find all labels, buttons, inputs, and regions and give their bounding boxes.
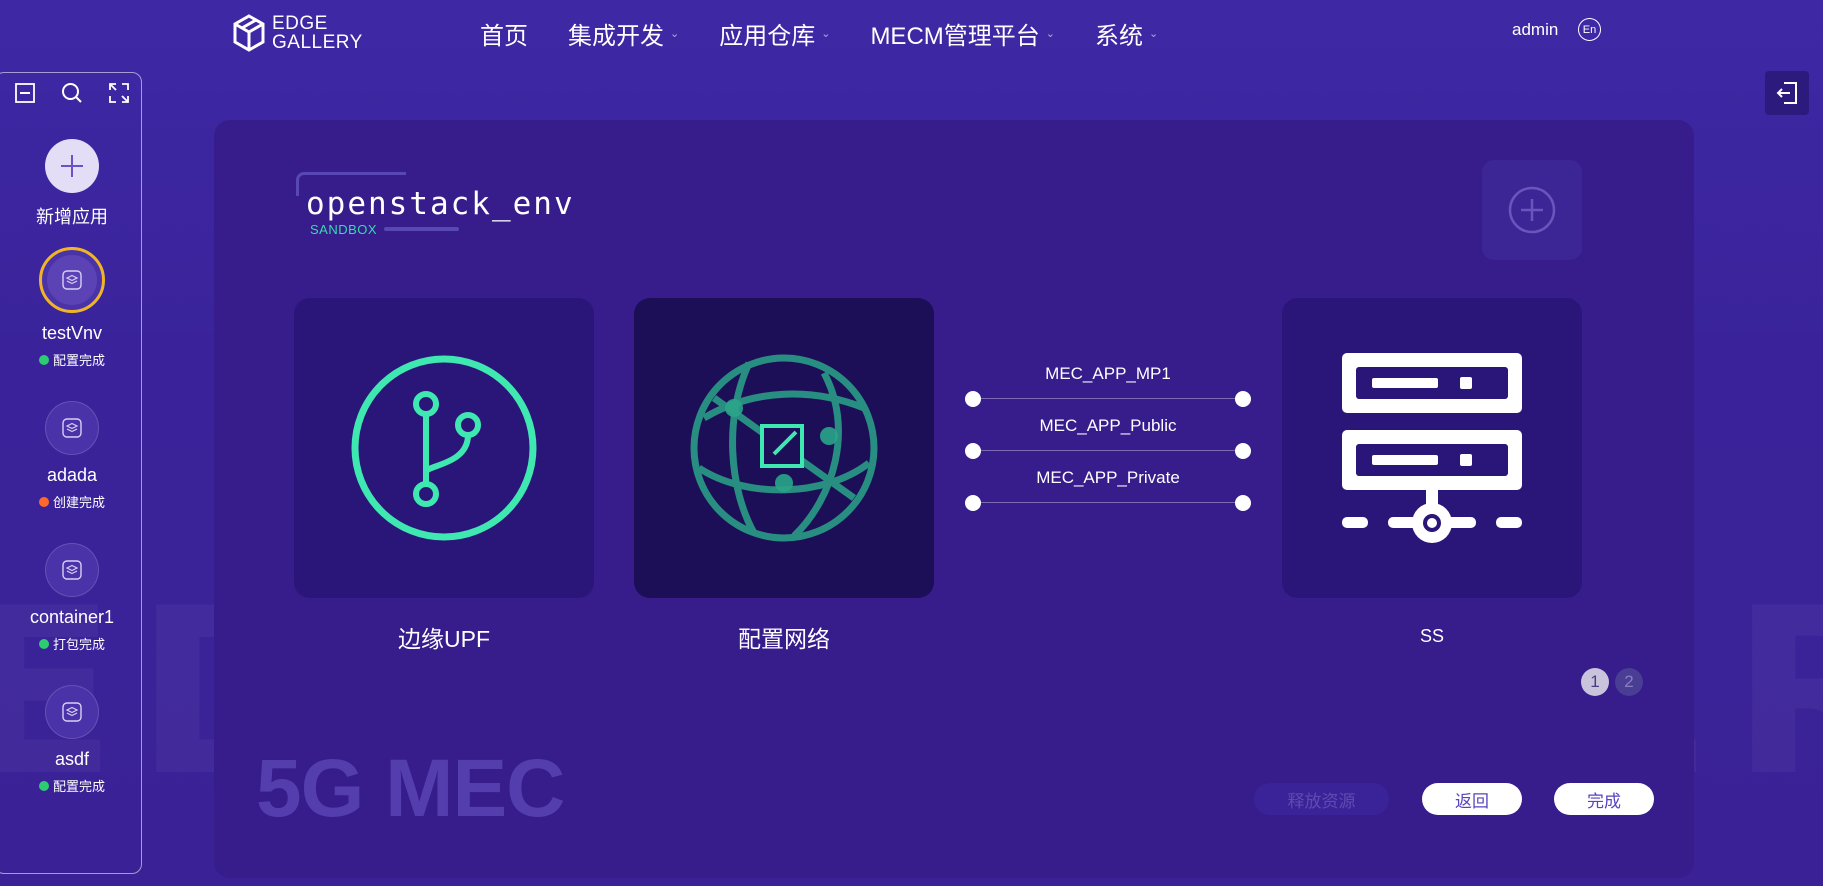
app-status: 创建完成 — [38, 492, 105, 511]
server-icon — [1342, 353, 1522, 543]
layers-icon — [62, 270, 82, 290]
plus-icon — [61, 155, 83, 177]
subtitle-decoration — [384, 227, 459, 231]
chevron-down-icon: ⌄ — [1148, 28, 1159, 40]
app-status: 打包完成 — [38, 634, 105, 653]
network-endpoint[interactable] — [1235, 443, 1251, 459]
app-avatar[interactable] — [45, 401, 99, 455]
network-endpoint[interactable] — [965, 443, 981, 459]
add-app-circle[interactable] — [45, 139, 99, 193]
sandbox-panel: openstack_env SANDBOX 边缘UPF 配置网络 MEC_APP… — [214, 120, 1694, 878]
nav-integration-dev[interactable]: 集成开发 ⌄ — [568, 14, 679, 53]
network-endpoint[interactable] — [965, 391, 981, 407]
sidebar-app-testvnv[interactable]: testVnv 配置完成 — [1, 247, 143, 369]
nav-system-label: 系统 — [1094, 23, 1143, 50]
nav-app-store[interactable]: 应用仓库 ⌄ — [719, 14, 830, 53]
app-name: asdf — [54, 749, 90, 769]
network-endpoint[interactable] — [965, 495, 981, 511]
page-2-button[interactable]: 2 — [1615, 668, 1643, 696]
language-toggle[interactable]: En — [1578, 18, 1601, 41]
app-name: testVnv — [41, 323, 103, 343]
sidebar-app-container1[interactable]: container1 打包完成 — [1, 543, 143, 653]
logo-line1: EDGE — [272, 13, 328, 34]
nav-home[interactable]: 首页 — [480, 14, 528, 53]
expand-button[interactable] — [107, 81, 131, 105]
chevron-down-icon: ⌄ — [1045, 28, 1055, 40]
globe-edit-icon — [690, 354, 878, 542]
network-link-private[interactable]: MEC_APP_Private — [965, 468, 1251, 512]
status-dot — [38, 638, 49, 649]
env-subtitle: SANDBOX — [310, 222, 378, 237]
chevron-down-icon: ⌄ — [670, 28, 680, 40]
expand-icon — [109, 83, 130, 103]
upf-card-label: 边缘UPF — [398, 626, 490, 652]
app-name: container1 — [29, 607, 115, 627]
app-avatar[interactable] — [39, 247, 105, 313]
app-name: adada — [46, 465, 98, 485]
layers-icon — [62, 560, 82, 580]
search-icon — [61, 83, 82, 103]
app-sidebar: 新增应用 testVnv 配置完成 adada 创建完成 container1 … — [0, 72, 142, 874]
edge-gallery-logo[interactable]: EDGE GALLERY — [232, 14, 363, 52]
nav-integration-label: 集成开发 — [568, 23, 664, 50]
app-avatar[interactable] — [45, 543, 99, 597]
network-name: MEC_APP_Public — [1039, 416, 1177, 435]
network-endpoint[interactable] — [1235, 391, 1251, 407]
status-dot — [38, 496, 49, 507]
status-text: 配置完成 — [52, 353, 105, 368]
sidebar-app-asdf[interactable]: asdf 配置完成 — [1, 685, 143, 795]
network-line — [965, 450, 1251, 451]
user-name[interactable]: admin — [1512, 20, 1558, 40]
minus-square-icon — [14, 83, 35, 103]
plus-circle-icon — [1508, 186, 1556, 234]
ss-card[interactable] — [1282, 298, 1582, 598]
status-dot — [38, 354, 49, 365]
network-endpoint[interactable] — [1235, 495, 1251, 511]
ss-card-label: SS — [1419, 626, 1444, 646]
app-avatar[interactable] — [45, 685, 99, 739]
logout-button[interactable] — [1765, 71, 1809, 115]
nav-home-label: 首页 — [480, 23, 528, 50]
done-button[interactable]: 完成 — [1554, 783, 1654, 815]
nav-mecm-label: MECM管理平台 — [870, 23, 1040, 50]
layers-icon — [62, 418, 82, 438]
status-text: 打包完成 — [52, 637, 105, 652]
tagline-5g-mec: 5G MEC — [256, 743, 565, 834]
top-navigation: EDGE GALLERY 首页 集成开发 ⌄ 应用仓库 ⌄ MECM管理平台 ⌄ 系统… — [0, 0, 1823, 64]
search-button[interactable] — [60, 81, 84, 105]
release-resources-button[interactable]: 释放资源 — [1254, 783, 1389, 815]
nav-mecm[interactable]: MECM管理平台 ⌄ — [870, 14, 1055, 53]
status-dot — [38, 780, 49, 791]
chevron-down-icon: ⌄ — [821, 28, 831, 40]
layers-icon — [62, 702, 82, 722]
network-link-mp1[interactable]: MEC_APP_MP1 — [965, 364, 1251, 408]
collapse-button[interactable] — [13, 81, 37, 105]
network-config-card-label: 配置网络 — [738, 626, 830, 652]
back-button[interactable]: 返回 — [1422, 783, 1522, 815]
upf-card[interactable] — [294, 298, 594, 598]
app-status: 配置完成 — [38, 776, 105, 795]
logout-icon — [1776, 82, 1797, 104]
status-text: 配置完成 — [52, 779, 105, 794]
add-node-button[interactable] — [1482, 160, 1582, 260]
page-1-button[interactable]: 1 — [1581, 668, 1609, 696]
network-link-public[interactable]: MEC_APP_Public — [965, 416, 1251, 460]
nav-app-store-label: 应用仓库 — [719, 23, 816, 50]
git-branch-icon — [351, 355, 537, 541]
network-name: MEC_APP_Private — [1036, 468, 1180, 487]
app-status: 配置完成 — [38, 350, 105, 369]
nav-system[interactable]: 系统 ⌄ — [1095, 14, 1158, 53]
logo-line2: GALLERY — [272, 32, 363, 53]
network-line — [965, 398, 1251, 399]
status-text: 创建完成 — [52, 495, 105, 510]
add-app-label: 新增应用 — [36, 207, 108, 227]
cube-logo-icon — [233, 14, 265, 52]
sidebar-app-adada[interactable]: adada 创建完成 — [1, 401, 143, 511]
network-name: MEC_APP_MP1 — [1045, 364, 1171, 383]
env-title: openstack_env — [306, 186, 575, 222]
network-config-card[interactable] — [634, 298, 934, 598]
add-app-button[interactable]: 新增应用 — [1, 139, 143, 229]
network-line — [965, 502, 1251, 503]
